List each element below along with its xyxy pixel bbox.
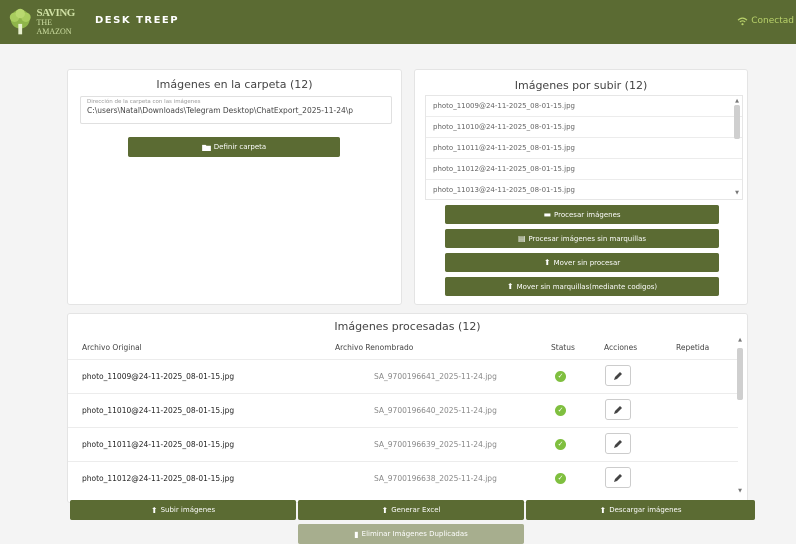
upload-icon: ⬆ <box>599 505 607 515</box>
upload-icon: ⬆ <box>506 282 514 291</box>
table-row: photo_11011@24-11-2025_08-01-15.jpg SA_9… <box>68 427 738 461</box>
pencil-icon <box>614 473 622 482</box>
table-scrollbar[interactable]: ▲ ▼ <box>737 338 743 494</box>
pencil-icon <box>614 371 622 380</box>
processed-panel: Imágenes procesadas (12) Archivo Origina… <box>67 313 748 503</box>
move-no-process-button[interactable]: ⬆ Mover sin procesar <box>445 253 719 272</box>
scroll-up-icon[interactable]: ▲ <box>734 99 740 104</box>
folder-path-field[interactable]: Dirección de la carpeta con las imágenes… <box>80 96 392 124</box>
logo-line2: THE AMAZON <box>36 17 72 36</box>
list-item[interactable]: photo_11013@24-11-2025_08-01-15.jpg <box>426 180 742 199</box>
trash-icon: ▮ <box>354 529 359 539</box>
folder-path-value: C:\users\Natal\Downloads\Telegram Deskto… <box>87 106 354 115</box>
list-item[interactable]: photo_11012@24-11-2025_08-01-15.jpg <box>426 159 742 180</box>
renamed-filename: SA_9700196638_2025-11-24.jpg <box>374 474 497 483</box>
scroll-thumb[interactable] <box>737 348 743 400</box>
delete-duplicates-button[interactable]: ▮ Eliminar Imágenes Duplicadas <box>298 524 524 544</box>
upload-icon: ⬆ <box>150 505 158 515</box>
folder-path-caption: Dirección de la carpeta con las imágenes <box>87 99 201 105</box>
scroll-down-icon[interactable]: ▼ <box>734 191 740 196</box>
upload-panel: Imágenes por subir (12) photo_11009@24-1… <box>414 69 748 305</box>
status-text: Conectad <box>751 16 794 26</box>
column-header-repeated: Repetida <box>676 343 710 352</box>
column-header-status: Status <box>551 343 575 352</box>
scroll-thumb[interactable] <box>734 105 740 139</box>
list-item[interactable]: photo_11010@24-11-2025_08-01-15.jpg <box>426 117 742 138</box>
column-header-renamed: Archivo Renombrado <box>335 343 414 352</box>
list-item[interactable]: photo_11009@24-11-2025_08-01-15.jpg <box>426 96 742 117</box>
table-row: photo_11009@24-11-2025_08-01-15.jpg SA_9… <box>68 359 738 393</box>
scroll-up-icon[interactable]: ▲ <box>737 338 743 343</box>
status-ok-icon: ✓ <box>555 439 566 450</box>
app-header: SAVING THE AMAZON DESK TREEP Conectad <box>0 0 796 44</box>
status-ok-icon: ✓ <box>555 371 566 382</box>
list-scrollbar[interactable]: ▲ ▼ <box>734 99 740 196</box>
renamed-filename: SA_9700196641_2025-11-24.jpg <box>374 372 497 381</box>
define-folder-button[interactable]: Definir carpeta <box>128 137 340 157</box>
image-icon: ▬ <box>543 210 552 219</box>
folder-panel-title: Imágenes en la carpeta (12) <box>156 78 313 91</box>
scroll-down-icon[interactable]: ▼ <box>737 489 743 494</box>
table-row: photo_11012@24-11-2025_08-01-15.jpg SA_9… <box>68 461 738 495</box>
column-header-actions: Acciones <box>604 343 638 352</box>
edit-button[interactable] <box>605 399 631 420</box>
processed-panel-title: Imágenes procesadas (12) <box>334 320 481 333</box>
pencil-icon <box>614 439 622 448</box>
connection-status: Conectad <box>737 16 794 26</box>
process-images-no-marks-button[interactable]: ▤ Procesar imágenes sin marquillas <box>445 229 719 248</box>
original-filename: photo_11010@24-11-2025_08-01-15.jpg <box>82 406 235 415</box>
upload-icon: ⬆ <box>543 258 551 267</box>
image-icon: ▤ <box>517 234 526 243</box>
logo-line1: SAVING <box>36 6 75 19</box>
original-filename: photo_11011@24-11-2025_08-01-15.jpg <box>82 440 235 449</box>
renamed-filename: SA_9700196640_2025-11-24.jpg <box>374 406 497 415</box>
move-no-marks-button[interactable]: ⬆ Mover sin marquillas(mediante codigos) <box>445 277 719 296</box>
app-title: DESK TREEP <box>95 15 180 26</box>
status-ok-icon: ✓ <box>555 473 566 484</box>
edit-button[interactable] <box>605 467 631 488</box>
edit-button[interactable] <box>605 365 631 386</box>
upload-icon: ⬆ <box>381 505 389 515</box>
folder-panel: Imágenes en la carpeta (12) Dirección de… <box>67 69 402 305</box>
renamed-filename: SA_9700196639_2025-11-24.jpg <box>374 440 497 449</box>
tree-icon <box>9 8 31 35</box>
saving-the-amazon-logo: SAVING THE AMAZON <box>6 6 86 38</box>
wifi-icon <box>737 17 748 25</box>
process-images-button[interactable]: ▬ Procesar imágenes <box>445 205 719 224</box>
upload-images-button[interactable]: ⬆ Subir imágenes <box>70 500 296 520</box>
column-header-original: Archivo Original <box>82 343 142 352</box>
download-images-button[interactable]: ⬆ Descargar imágenes <box>526 500 755 520</box>
upload-panel-title: Imágenes por subir (12) <box>514 79 648 92</box>
original-filename: photo_11012@24-11-2025_08-01-15.jpg <box>82 474 235 483</box>
original-filename: photo_11009@24-11-2025_08-01-15.jpg <box>82 372 235 381</box>
edit-button[interactable] <box>605 433 631 454</box>
folder-icon <box>201 144 211 151</box>
generate-excel-button[interactable]: ⬆ Generar Excel <box>298 500 524 520</box>
status-ok-icon: ✓ <box>555 405 566 416</box>
list-item[interactable]: photo_11011@24-11-2025_08-01-15.jpg <box>426 138 742 159</box>
pencil-icon <box>614 405 622 414</box>
table-row: photo_11010@24-11-2025_08-01-15.jpg SA_9… <box>68 393 738 427</box>
pending-images-list[interactable]: photo_11009@24-11-2025_08-01-15.jpg phot… <box>425 95 743 200</box>
